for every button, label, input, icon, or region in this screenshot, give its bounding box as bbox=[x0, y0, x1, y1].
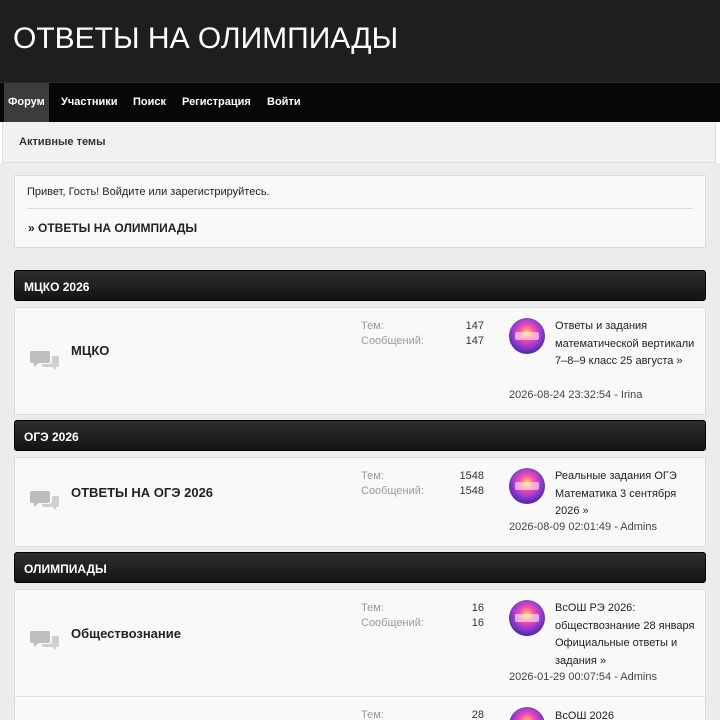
topics-label: Тем: bbox=[361, 709, 384, 720]
posts-label: Сообщений: bbox=[361, 485, 424, 497]
topics-label: Тем: bbox=[361, 470, 384, 482]
posts-count: 147 bbox=[465, 335, 484, 347]
breadcrumb[interactable]: » ОТВЕТЫ НА ОЛИМПИАДЫ bbox=[28, 221, 197, 235]
topics-label: Тем: bbox=[361, 602, 384, 614]
topics-count: 1548 bbox=[459, 470, 484, 482]
welcome-divider bbox=[27, 208, 693, 209]
board-name[interactable]: ОТВЕТЫ НА ОГЭ 2026 bbox=[71, 485, 213, 500]
board-list: Обществознание Тем: 16 Сообщений: 16 ВсО… bbox=[14, 589, 706, 720]
category-header: МЦКО 2026 bbox=[14, 270, 706, 301]
board-name[interactable]: Обществознание bbox=[71, 626, 181, 641]
posts-count: 16 bbox=[471, 617, 484, 629]
category-header: ОГЭ 2026 bbox=[14, 420, 706, 451]
chat-bubbles-icon bbox=[30, 631, 59, 650]
welcome-text: Привет, Гость! Войдите или зарегистрируй… bbox=[27, 186, 270, 198]
board-row: ОТВЕТЫ НА ОГЭ 2026 Тем: 1548 Сообщений: … bbox=[14, 457, 706, 547]
last-post-link[interactable]: Реальные задания ОГЭ Математика 3 сентяб… bbox=[555, 468, 695, 521]
category-title[interactable]: ОГЭ 2026 bbox=[24, 430, 79, 444]
main-navbar: Форум Участники Поиск Регистрация Войти bbox=[0, 82, 720, 122]
board-row: МЦКО Тем: 147 Сообщений: 147 Ответы и за… bbox=[14, 307, 706, 415]
nav-members[interactable]: Участники bbox=[61, 83, 118, 122]
last-post-link[interactable]: ВсОШ 2026 bbox=[555, 708, 695, 720]
site-header: ОТВЕТЫ НА ОЛИМПИАДЫ bbox=[0, 0, 720, 82]
topics-count: 147 bbox=[465, 320, 484, 332]
sub-navbar: Активные темы bbox=[2, 122, 716, 163]
site-title[interactable]: ОТВЕТЫ НА ОЛИМПИАДЫ bbox=[13, 22, 398, 56]
user-avatar-icon[interactable] bbox=[509, 318, 545, 354]
category-title[interactable]: ОЛИМПИАДЫ bbox=[24, 562, 107, 576]
posts-count: 1548 bbox=[459, 485, 484, 497]
chat-bubbles-icon bbox=[30, 351, 59, 370]
nav-login[interactable]: Войти bbox=[267, 83, 301, 122]
posts-label: Сообщений: bbox=[361, 335, 424, 347]
category-header: ОЛИМПИАДЫ bbox=[14, 552, 706, 583]
topics-label: Тем: bbox=[361, 320, 384, 332]
last-post-meta: 2026-08-24 23:32:54 - Irina bbox=[509, 389, 643, 401]
board-name[interactable]: МЦКО bbox=[71, 343, 109, 358]
posts-label: Сообщений: bbox=[361, 617, 424, 629]
user-avatar-icon[interactable] bbox=[509, 707, 545, 720]
topics-count: 28 bbox=[471, 709, 484, 720]
category-title[interactable]: МЦКО 2026 bbox=[24, 280, 89, 294]
last-post-meta: 2026-08-09 02:01:49 - Admins bbox=[509, 521, 657, 533]
topics-count: 16 bbox=[471, 602, 484, 614]
user-avatar-icon[interactable] bbox=[509, 468, 545, 504]
nav-forum[interactable]: Форум bbox=[4, 83, 49, 122]
active-topics-link[interactable]: Активные темы bbox=[19, 136, 105, 148]
last-post-link[interactable]: Ответы и задания математической вертикал… bbox=[555, 318, 695, 371]
user-avatar-icon[interactable] bbox=[509, 600, 545, 636]
welcome-panel: Привет, Гость! Войдите или зарегистрируй… bbox=[14, 175, 706, 248]
nav-search[interactable]: Поиск bbox=[133, 83, 166, 122]
nav-register[interactable]: Регистрация bbox=[182, 83, 251, 122]
chat-bubbles-icon bbox=[30, 491, 59, 510]
row-divider bbox=[15, 696, 705, 697]
last-post-meta: 2026-01-29 00:07:54 - Admins bbox=[509, 671, 657, 683]
last-post-link[interactable]: ВсОШ РЭ 2026: обществознание 28 января О… bbox=[555, 600, 695, 670]
